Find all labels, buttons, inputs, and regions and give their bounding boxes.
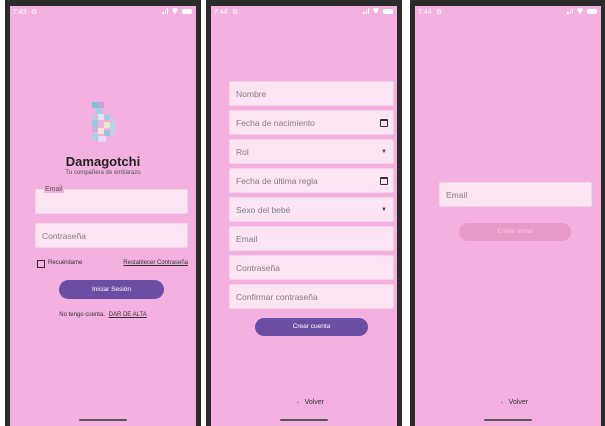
status-icons: [567, 8, 597, 14]
status-icons: [363, 8, 393, 14]
email-field[interactable]: Email: [35, 186, 188, 214]
wifi-icon: [171, 8, 179, 14]
password-field[interactable]: Contraseña: [35, 223, 188, 248]
status-time: 7:43: [13, 9, 27, 16]
confirm-password-field[interactable]: Confirmar contraseña: [229, 284, 394, 309]
home-indicator[interactable]: [79, 419, 127, 421]
calendar-icon[interactable]: [380, 118, 388, 127]
register-screen: 7:44 ⚙ Nombre Fecha de nacimiento Rol ▼ …: [211, 6, 397, 426]
password-placeholder: Contraseña: [42, 230, 86, 241]
password-field[interactable]: Contraseña: [229, 255, 394, 280]
last-period-placeholder: Fecha de última regla: [236, 175, 318, 186]
name-placeholder: Nombre: [236, 88, 267, 99]
back-button[interactable]: ‹ Volver: [297, 399, 324, 406]
status-bar: 7:44 ⚙: [415, 6, 601, 20]
signal-icon: [363, 8, 369, 14]
recover-screen: 7:44 ⚙ Email Enviar email ‹ Volver: [415, 6, 601, 426]
gear-icon: ⚙: [436, 9, 443, 16]
login-screen: 7:43 ⚙ Damagotchi Tu compañera de embara…: [10, 6, 196, 426]
home-indicator[interactable]: [280, 419, 328, 421]
send-email-button[interactable]: Enviar email: [459, 223, 571, 241]
app-tagline: Tu compañera de embarazo: [65, 170, 141, 176]
battery-icon: [383, 8, 393, 14]
battery-icon: [182, 8, 192, 14]
birthdate-field[interactable]: Fecha de nacimiento: [229, 110, 394, 135]
calendar-icon[interactable]: [380, 176, 388, 185]
back-button[interactable]: ‹ Volver: [501, 399, 528, 406]
back-arrow-icon: ‹: [297, 400, 299, 406]
phone-login: 7:43 ⚙ Damagotchi Tu compañera de embara…: [5, 0, 201, 426]
status-bar: 7:43 ⚙: [10, 6, 196, 20]
role-select[interactable]: Rol ▼: [229, 139, 394, 164]
password-placeholder: Contraseña: [236, 262, 280, 273]
last-period-field[interactable]: Fecha de última regla: [229, 168, 394, 193]
role-placeholder: Rol: [236, 146, 249, 157]
back-arrow-icon: ‹: [501, 400, 503, 406]
dropdown-arrow-icon: ▼: [381, 206, 387, 213]
gear-icon: ⚙: [232, 9, 239, 16]
signup-row: No tengo cuenta. DAR DE ALTA: [10, 312, 196, 318]
signup-link[interactable]: DAR DE ALTA: [109, 312, 147, 318]
status-bar: 7:44 ⚙: [211, 6, 397, 20]
email-placeholder: Email: [446, 189, 468, 200]
phone-recover: 7:44 ⚙ Email Enviar email ‹ Volver: [410, 0, 605, 426]
baby-sex-select[interactable]: Sexo del bebé ▼: [229, 197, 394, 222]
signal-icon: [162, 8, 168, 14]
phone-register: 7:44 ⚙ Nombre Fecha de nacimiento Rol ▼ …: [206, 0, 402, 426]
status-time: 7:44: [214, 9, 228, 16]
birthdate-placeholder: Fecha de nacimiento: [236, 117, 315, 128]
home-indicator[interactable]: [484, 419, 532, 421]
app-name: Damagotchi: [65, 154, 141, 169]
email-field[interactable]: Email: [439, 182, 592, 207]
create-account-button[interactable]: Crear cuenta: [255, 318, 368, 336]
remember-label: Recuérdame: [48, 260, 83, 266]
app-logo: [92, 102, 116, 142]
back-label: Volver: [508, 399, 529, 406]
wifi-icon: [576, 8, 584, 14]
confirm-password-placeholder: Confirmar contraseña: [236, 291, 318, 302]
gear-icon: ⚙: [31, 9, 38, 16]
reset-password-link[interactable]: Restablecer Contraseña: [123, 260, 188, 266]
signal-icon: [567, 8, 573, 14]
remember-checkbox[interactable]: [37, 260, 45, 268]
email-field[interactable]: Email: [229, 226, 394, 251]
email-placeholder: Email: [236, 233, 258, 244]
dropdown-arrow-icon: ▼: [381, 148, 387, 155]
wifi-icon: [372, 8, 380, 14]
status-icons: [162, 8, 192, 14]
baby-sex-placeholder: Sexo del bebé: [236, 204, 291, 215]
name-field[interactable]: Nombre: [229, 81, 394, 106]
battery-icon: [587, 8, 597, 14]
no-account-text: No tengo cuenta.: [59, 312, 105, 318]
email-label: Email: [44, 186, 64, 193]
status-time: 7:44: [418, 9, 432, 16]
back-label: Volver: [304, 399, 325, 406]
login-button[interactable]: Iniciar Sesión: [59, 280, 164, 299]
